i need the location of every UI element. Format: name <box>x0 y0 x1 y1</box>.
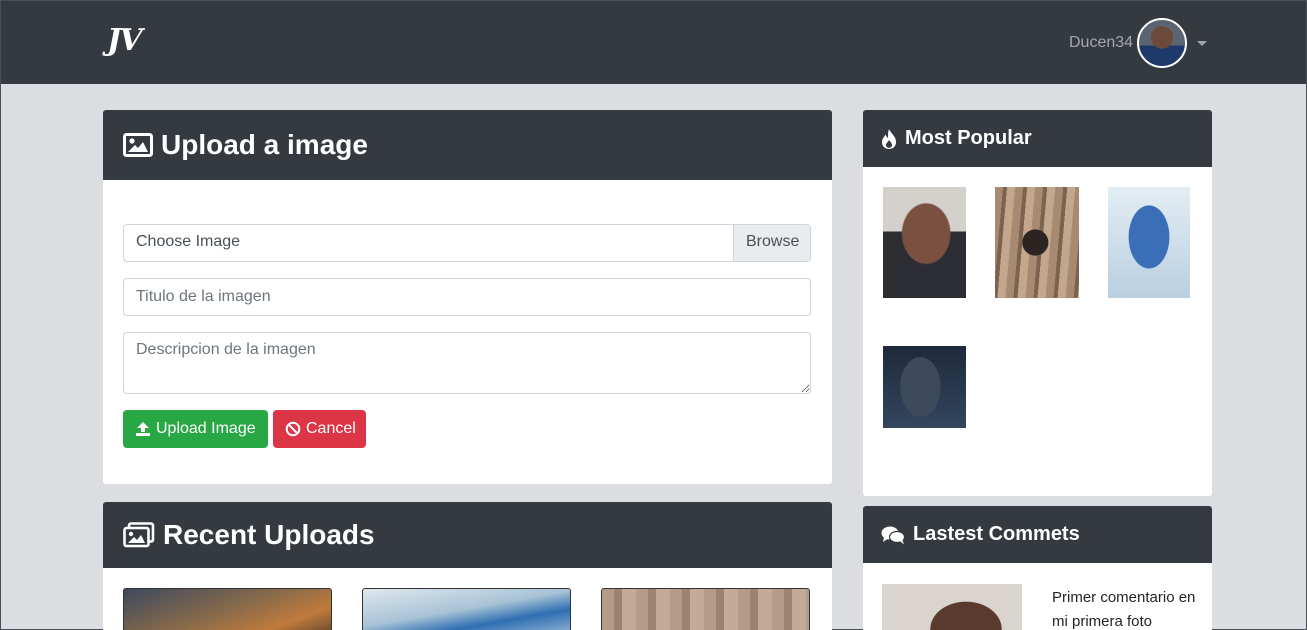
upload-card-title: Upload a image <box>161 129 368 160</box>
cancel-button[interactable]: Cancel <box>273 410 366 448</box>
ban-icon <box>285 421 301 437</box>
recent-thumbnail[interactable] <box>362 588 571 630</box>
image-description-input[interactable] <box>123 332 811 394</box>
comment-thumbnail[interactable] <box>882 584 1022 630</box>
upload-card-header: Upload a image <box>103 110 832 180</box>
recent-uploads-card: Recent Uploads <box>103 502 832 630</box>
comment-text[interactable]: Primer comentario en mi primera foto <box>1052 586 1202 630</box>
most-popular-card: Most Popular <box>863 110 1212 496</box>
upload-icon <box>135 421 151 437</box>
popular-thumbnail[interactable] <box>995 187 1079 298</box>
upload-image-label: Upload Image <box>156 420 256 437</box>
recent-thumbnail[interactable] <box>601 588 810 630</box>
most-popular-header: Most Popular <box>863 110 1212 167</box>
most-popular-title: Most Popular <box>905 127 1032 149</box>
chevron-down-icon[interactable] <box>1197 40 1208 46</box>
fire-icon <box>881 128 897 150</box>
browse-button[interactable]: Browse <box>733 225 810 261</box>
username[interactable]: Ducen34 <box>1069 34 1133 52</box>
image-title-input[interactable] <box>123 278 811 316</box>
comments-icon <box>881 525 905 545</box>
recent-uploads-title: Recent Uploads <box>163 519 375 550</box>
popular-thumbnail[interactable] <box>883 187 966 298</box>
popular-thumbnail[interactable] <box>883 346 966 428</box>
cancel-label: Cancel <box>306 420 356 437</box>
latest-comments-card: Lastest Commets Primer comentario en mi … <box>863 506 1212 630</box>
popular-thumbnail[interactable] <box>1108 187 1190 298</box>
file-chooser-label[interactable]: Choose Image <box>124 225 733 261</box>
recent-uploads-header: Recent Uploads <box>103 502 832 568</box>
latest-comments-title: Lastest Commets <box>913 523 1080 545</box>
recent-thumbnail[interactable] <box>123 588 332 630</box>
latest-comments-header: Lastest Commets <box>863 506 1212 563</box>
navbar: JV Ducen34 <box>1 1 1306 84</box>
file-chooser[interactable]: Choose Image Browse <box>123 224 811 262</box>
images-icon <box>123 522 155 548</box>
upload-image-button[interactable]: Upload Image <box>123 410 268 448</box>
image-icon <box>123 133 153 157</box>
user-menu[interactable]: Ducen34 <box>1069 18 1208 68</box>
upload-card: Upload a image Choose Image Browse Uploa… <box>103 110 832 484</box>
brand-logo[interactable]: JV <box>107 23 143 58</box>
avatar[interactable] <box>1137 18 1188 68</box>
